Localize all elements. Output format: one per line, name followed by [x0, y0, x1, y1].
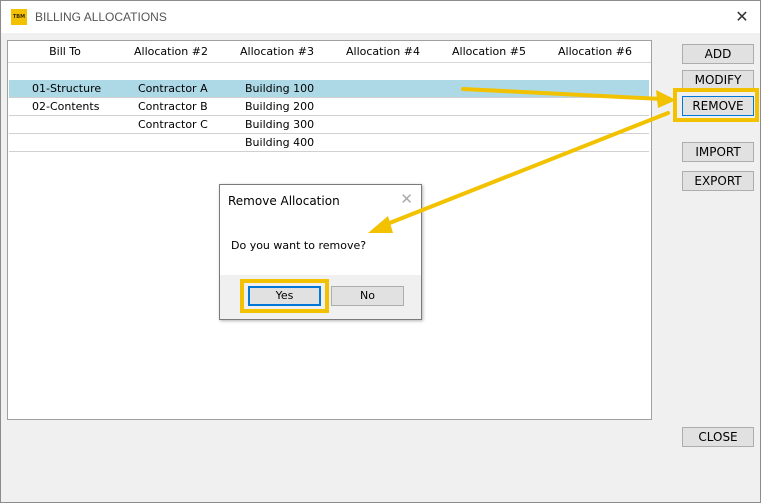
arrow-to-remove-head: [656, 90, 676, 108]
arrow-to-remove-line: [461, 87, 664, 101]
arrow-to-dialog-head: [368, 216, 393, 233]
arrow-to-dialog-line: [380, 111, 670, 228]
annotation-arrows: [368, 87, 676, 233]
